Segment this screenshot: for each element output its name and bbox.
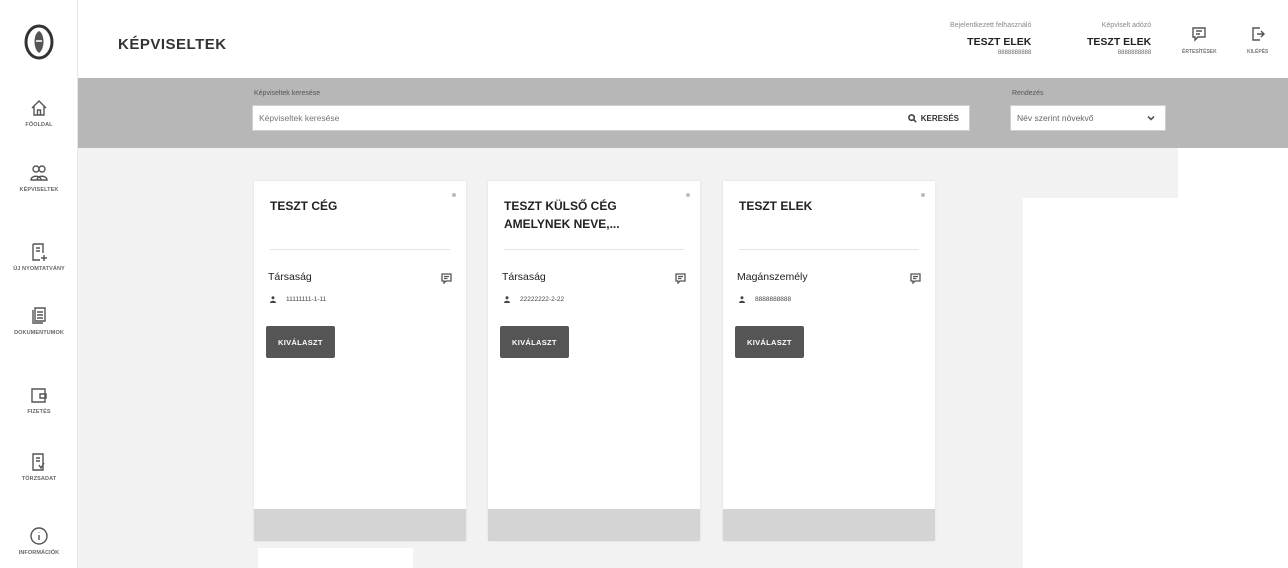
wallet-icon: [31, 388, 47, 403]
card-type: Társaság: [268, 271, 312, 283]
sidebar: FŐOLDAL KÉPVISELTEK ÚJ NYOMTATVÁNY DOKUM…: [0, 0, 78, 568]
home-icon: [31, 100, 47, 116]
select-button[interactable]: KIVÁLASZT: [266, 326, 335, 358]
card-message-button[interactable]: [675, 271, 686, 289]
card-id-row: 8888888888: [739, 296, 791, 303]
sidebar-item-dokumentumok[interactable]: DOKUMENTUMOK: [0, 306, 78, 336]
declarant-id: 8888888888: [997, 50, 1032, 56]
card-footer: [254, 509, 466, 541]
card-message-button[interactable]: [910, 271, 921, 289]
card-menu-dot-icon[interactable]: [921, 193, 925, 197]
search-icon: [907, 113, 917, 123]
background-panel: [258, 548, 413, 568]
logo-icon: [24, 24, 54, 60]
info-icon: [30, 527, 48, 545]
logout-label: KILÉPÉS: [1247, 49, 1269, 55]
person-icon: [504, 296, 510, 303]
sidebar-item-informaciok[interactable]: INFORMÁCIÓK: [0, 526, 78, 556]
card-divider: [270, 249, 450, 250]
users-icon: [30, 165, 48, 181]
card-title: TESZT KÜLSŐ CÉG AMELYNEK NEVE,...: [504, 199, 620, 231]
card-footer: [723, 509, 935, 541]
search-button-label: KERESÉS: [920, 113, 959, 123]
background-panel: [1178, 148, 1288, 293]
card-id-row: 22222222-2-22: [504, 296, 564, 303]
select-button[interactable]: KIVÁLASZT: [500, 326, 569, 358]
card-id: 11111111-1-11: [286, 296, 327, 303]
card-divider: [504, 249, 684, 250]
sidebar-item-label: INFORMÁCIÓK: [18, 550, 60, 556]
card-title: TESZT CÉG: [270, 199, 338, 213]
messages-label: ÉRTESÍTÉSEK: [1182, 49, 1217, 55]
page-title: KÉPVISELTEK: [118, 36, 227, 53]
logout-button[interactable]: KILÉPÉS: [1247, 26, 1268, 55]
card-id: 22222222-2-22: [520, 296, 565, 303]
search-button[interactable]: KERESÉS: [907, 113, 969, 123]
sidebar-item-fooldal[interactable]: FŐOLDAL: [0, 98, 78, 128]
select-button[interactable]: KIVÁLASZT: [735, 326, 804, 358]
top-bar: KÉPVISELTEK Bejelentkezett felhasználó T…: [78, 0, 1288, 78]
declarant-name: TESZT ELEK: [967, 36, 1032, 48]
message-icon: [1192, 27, 1207, 42]
taxpayer-name: TESZT ELEK: [1087, 36, 1152, 48]
person-icon: [270, 296, 276, 303]
sidebar-item-uj-nyomtatvany[interactable]: ÚJ NYOMTATVÁNY: [0, 242, 78, 272]
representee-card: TESZT CÉG Társaság 11111111-1-11 KIVÁLAS…: [254, 181, 466, 541]
sidebar-item-kepviseltek[interactable]: KÉPVISELTEK: [0, 163, 78, 193]
taxpayer-info: Képviselt adózó TESZT ELEK 8888888888: [1087, 22, 1151, 56]
sidebar-item-torzsadat[interactable]: TÖRZSADAT: [0, 452, 78, 482]
card-id: 8888888888: [755, 296, 792, 303]
sidebar-item-label: DOKUMENTUMOK: [14, 330, 64, 336]
person-icon: [739, 296, 745, 303]
sort-value: Név szerint növekvő: [1017, 113, 1094, 123]
sidebar-item-label: FŐOLDAL: [25, 122, 53, 128]
message-icon: [441, 273, 452, 285]
card-type: Társaság: [502, 271, 546, 283]
sidebar-item-label: FIZETÉS: [27, 409, 51, 415]
card-type: Magánszemély: [737, 271, 808, 283]
search-caption: Képviseltek keresése: [254, 90, 321, 97]
master-data-icon: [32, 453, 45, 471]
messages-button[interactable]: ÉRTESÍTÉSEK: [1182, 26, 1217, 55]
logout-icon: [1252, 27, 1265, 41]
card-message-button[interactable]: [441, 271, 452, 289]
message-icon: [910, 273, 921, 285]
card-menu-dot-icon[interactable]: [686, 193, 690, 197]
main-content: TESZT CÉG Társaság 11111111-1-11 KIVÁLAS…: [78, 148, 1288, 568]
taxpayer-caption: Képviselt adózó: [1101, 22, 1152, 29]
representee-card: TESZT ELEK Magánszemély 8888888888 KIVÁL…: [723, 181, 935, 541]
search-box: KERESÉS: [252, 105, 970, 131]
card-footer: [488, 509, 700, 541]
card-divider: [739, 249, 919, 250]
sort-select[interactable]: Név szerint növekvő: [1010, 105, 1166, 131]
sidebar-item-label: TÖRZSADAT: [21, 476, 57, 482]
declarant-caption: Bejelentkezett felhasználó: [950, 22, 1032, 29]
sidebar-item-label: ÚJ NYOMTATVÁNY: [13, 266, 65, 272]
search-input[interactable]: [253, 106, 908, 130]
card-id-row: 11111111-1-11: [270, 296, 326, 303]
sidebar-item-fizetes[interactable]: FIZETÉS: [0, 385, 78, 415]
sidebar-item-label: KÉPVISELTEK: [19, 187, 59, 193]
card-title: TESZT ELEK: [739, 199, 813, 213]
representee-card: TESZT KÜLSŐ CÉG AMELYNEK NEVE,... Társas…: [488, 181, 700, 541]
message-icon: [675, 273, 686, 285]
chevron-down-icon: [1147, 115, 1155, 121]
card-menu-dot-icon[interactable]: [452, 193, 456, 197]
documents-icon: [32, 307, 46, 324]
taxpayer-id: 8888888888: [1117, 50, 1152, 56]
search-bar: Képviseltek keresése KERESÉS Rendezés Né…: [78, 78, 1288, 148]
new-form-icon: [32, 243, 47, 261]
sort-caption: Rendezés: [1012, 90, 1044, 97]
declarant-info: Bejelentkezett felhasználó TESZT ELEK 88…: [950, 22, 1031, 56]
